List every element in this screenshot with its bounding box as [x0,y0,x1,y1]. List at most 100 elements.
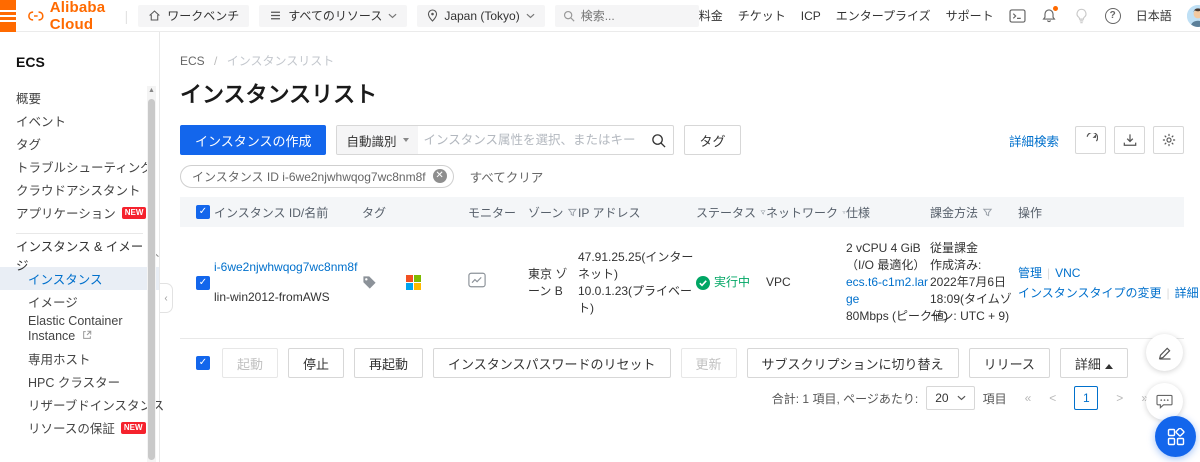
col-header-ip[interactable]: IP アドレス [578,204,696,221]
lightbulb-icon[interactable] [1073,7,1090,24]
feedback-pencil-button[interactable] [1146,334,1183,371]
sidebar-item-cloud-assistant[interactable]: クラウドアシスタント [0,178,159,201]
col-header-status[interactable]: ステータス [696,204,766,221]
apps-launcher-button[interactable] [1155,416,1196,457]
col-header-tag[interactable]: タグ [362,204,468,221]
language-selector[interactable]: 日本語 [1136,7,1172,24]
new-badge: NEW [120,421,146,434]
restart-button[interactable]: 再起動 [354,348,424,378]
col-header-monitor[interactable]: モニター [468,204,528,221]
manage-link[interactable]: 管理 [1018,266,1042,280]
scrollbar-thumb[interactable] [148,99,155,460]
workbench-button[interactable]: ワークベンチ [138,4,250,27]
nav-link-enterprise[interactable]: エンタープライズ [836,7,931,24]
windows-os-icon [406,275,421,290]
alibaba-cloud-logo-icon [28,10,44,21]
filter-funnel-icon[interactable] [567,207,578,218]
settings-button[interactable] [1153,126,1184,154]
tag-filter-button[interactable]: タグ [684,125,741,155]
col-header-billing[interactable]: 課金方法 [930,204,1018,221]
collapse-chevron-icon: ‹ [164,292,168,304]
sidebar-collapse-handle[interactable]: ‹ [160,283,173,313]
nav-link-tickets[interactable]: チケット [738,7,786,24]
sidebar-item-tags[interactable]: タグ [0,132,159,155]
spec-type-link[interactable]: ecs.t6-c1m2.large [846,274,930,308]
stop-button[interactable]: 停止 [288,348,345,378]
create-instance-button[interactable]: インスタンスの作成 [180,125,327,155]
export-button[interactable] [1114,126,1145,154]
chevron-down-icon [526,13,535,18]
change-instance-type-link[interactable]: インスタンスタイプの変更 [1018,286,1162,300]
hamburger-menu-icon[interactable] [0,0,16,32]
chat-support-button[interactable] [1146,383,1183,420]
nav-link-support[interactable]: サポート [946,7,994,24]
search-submit-button[interactable] [643,126,673,154]
reset-password-button[interactable]: インスタンスパスワードのリセット [433,348,671,378]
download-icon [1123,134,1136,146]
instance-id-link[interactable]: i-6we2njwhwqog7wc8nm8f [214,259,362,276]
global-search-input[interactable] [580,8,691,23]
instance-row: i-6we2njwhwqog7wc8nm8f lin-win2012-fromA… [180,227,1199,339]
footer-select-checkbox[interactable] [196,356,210,370]
sidebar-section-instances-images[interactable]: インスタンス & イメージ [0,240,159,273]
advanced-search-link[interactable]: 詳細検索 [1009,131,1059,150]
instance-search-input[interactable] [417,133,644,147]
sidebar-item-applications[interactable]: アプリケーション NEW [0,201,159,224]
row-checkbox[interactable] [196,275,210,290]
sidebar-item-resource-assurance[interactable]: リソースの保証 NEW [0,416,159,439]
breadcrumb: ECS / インスタンスリスト [180,54,335,68]
prev-page-button[interactable]: < [1049,391,1056,405]
region-selector[interactable]: Japan (Tokyo) [417,4,545,27]
global-search[interactable] [554,4,699,27]
refresh-icon [1086,133,1098,142]
sidebar-item-images[interactable]: イメージ [0,290,159,313]
col-header-spec[interactable]: 仕様 [846,204,930,221]
instances-table: インスタンス ID/名前 タグ モニター ゾーン IP アドレス ステータス ネ… [180,197,1199,339]
pencil-icon [1158,346,1170,360]
sidebar-item-hpc-clusters[interactable]: HPC クラスター [0,370,159,393]
filter-funnel-icon[interactable] [982,207,993,218]
search-mode-dropdown[interactable]: 自動識別 [337,126,418,154]
spec-size: 2 vCPU 4 GiB [846,241,921,255]
remove-filter-icon[interactable]: ✕ [432,169,447,183]
next-page-button[interactable]: > [1116,391,1123,405]
sidebar-item-dedicated-hosts[interactable]: 専用ホスト [0,347,159,370]
all-resources-dropdown[interactable]: すべてのリソース [259,4,408,27]
clear-all-filters-link[interactable]: すべてクリア [470,167,544,186]
sidebar-scrollbar[interactable]: ▲ [147,86,156,462]
sidebar-divider [16,233,143,234]
alibaba-cloud-logo[interactable]: Alibaba Cloud [28,0,115,33]
sidebar-item-reserved-instances[interactable]: リザーブドインスタンス [0,393,164,416]
tag-icon[interactable] [362,275,377,290]
user-avatar[interactable] [1186,4,1200,27]
release-button[interactable]: リリース [968,348,1050,378]
help-icon[interactable]: ? [1104,7,1121,24]
monitor-chart-icon[interactable] [468,272,486,288]
breadcrumb-current: インスタンスリスト [226,54,335,68]
more-button[interactable]: 詳細 [1059,348,1128,378]
switch-to-subscription-button[interactable]: サブスクリプションに切り替え [746,348,959,378]
col-header-zone[interactable]: ゾーン [528,204,578,221]
current-page-button[interactable]: 1 [1074,386,1099,410]
table-header-row: インスタンス ID/名前 タグ モニター ゾーン IP アドレス ステータス ネ… [180,197,1184,227]
console-terminal-icon[interactable] [1009,7,1026,24]
select-all-checkbox[interactable] [196,205,210,219]
col-header-network[interactable]: ネットワーク [766,204,846,221]
more-actions-link[interactable]: 詳細 [1175,286,1199,300]
sidebar-item-overview[interactable]: 概要 [0,86,159,109]
sidebar-item-events[interactable]: イベント [0,109,159,132]
first-page-button[interactable]: « [1025,391,1032,405]
col-header-id[interactable]: インスタンス ID/名前 [214,204,362,221]
nav-link-pricing[interactable]: 料金 [699,7,723,24]
sidebar-item-elastic-container-instance[interactable]: Elastic Container Instance [0,313,140,347]
sidebar-item-troubleshooting[interactable]: トラブルシューティング [0,155,159,178]
vnc-link[interactable]: VNC [1055,266,1080,280]
page-size-select[interactable]: 20 [926,386,975,410]
notifications-bell-icon[interactable] [1041,6,1058,24]
breadcrumb-root[interactable]: ECS [180,54,205,68]
scrollbar-up-arrow-icon[interactable]: ▲ [147,87,156,94]
brand-text: Alibaba Cloud [49,0,106,33]
nav-link-icp[interactable]: ICP [801,9,821,23]
speech-bubble-icon [1156,394,1173,409]
refresh-button[interactable] [1075,126,1106,154]
